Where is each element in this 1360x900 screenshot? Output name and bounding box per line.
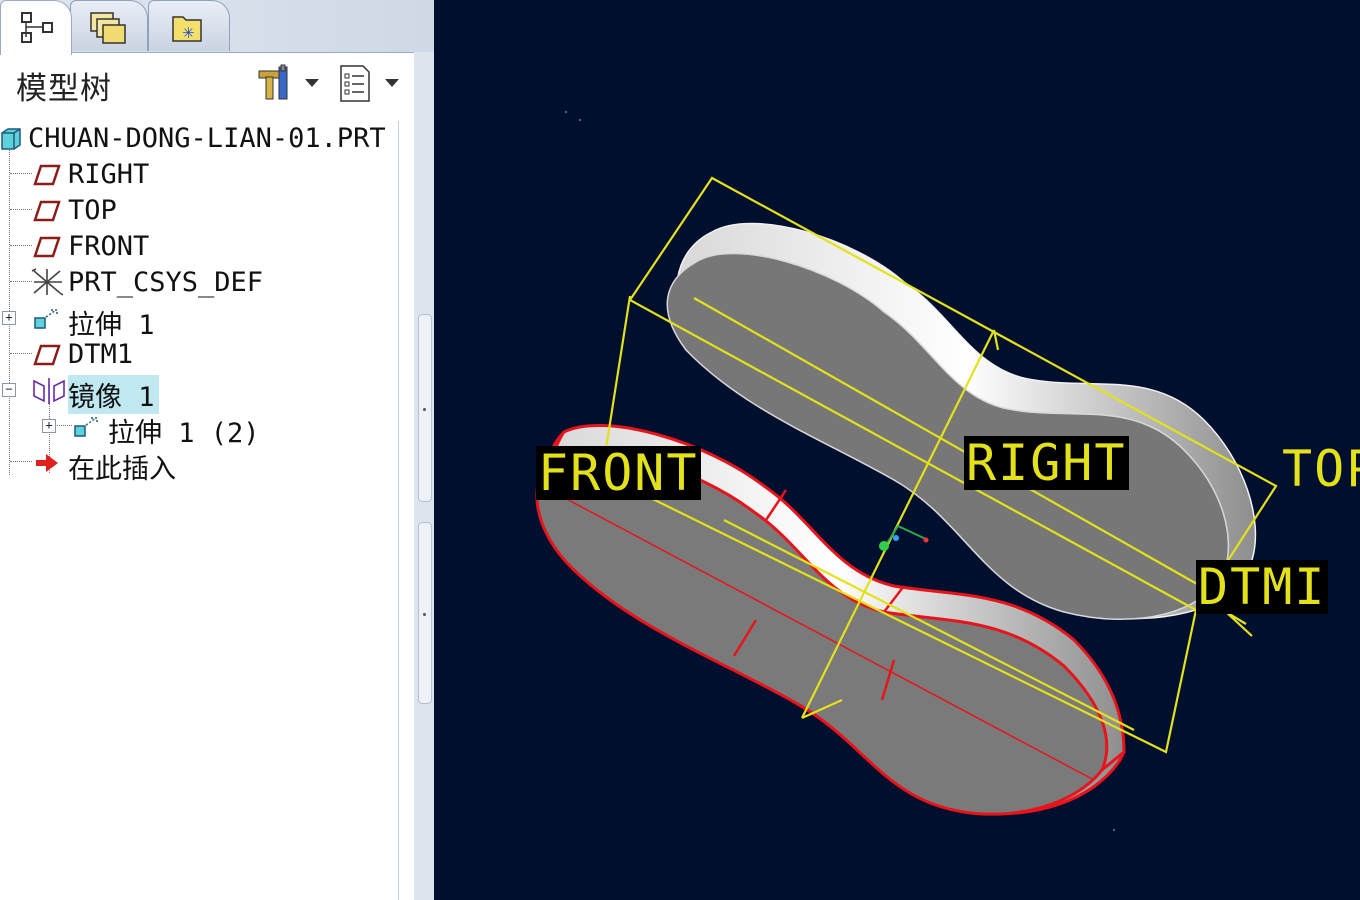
viewport-speck	[565, 111, 567, 113]
datum-label-dtm1[interactable]: DTMI	[1196, 560, 1329, 614]
csys-axis-dot	[893, 535, 899, 541]
splitter-grip[interactable]	[418, 314, 432, 502]
datum-label-top[interactable]: TOP	[1280, 442, 1360, 496]
navigator-panel: ✳ 模型树 CHUAN-DONG-LIAN-01.PRT RIGHT TOP F…	[0, 0, 434, 900]
graphics-viewport[interactable]: FRONT RIGHT TOP DTMI	[434, 0, 1360, 900]
expand-button[interactable]: +	[2, 311, 16, 325]
chevron-down-icon	[385, 79, 399, 87]
list-icon	[340, 65, 370, 102]
tree-item-label: PRT_CSYS_DEF	[68, 267, 264, 298]
viewport-speck	[579, 119, 581, 121]
mirror-icon	[33, 378, 65, 404]
grip-dot	[423, 408, 426, 411]
tree-settings-button[interactable]	[255, 63, 323, 103]
tree-item-front[interactable]: FRONT	[0, 229, 398, 263]
csys-axis	[883, 524, 929, 549]
tools-icon	[258, 64, 288, 100]
tree-item-dtm1[interactable]: DTM1	[0, 337, 398, 371]
favorites-tab[interactable]: ✳	[148, 0, 230, 51]
grip-dot	[423, 613, 426, 616]
tree-item-label: RIGHT	[68, 159, 150, 190]
panel-splitter[interactable]	[414, 52, 434, 900]
favorites-icon: ✳	[172, 16, 202, 42]
tree-item-right[interactable]: RIGHT	[0, 157, 398, 191]
splitter-grip[interactable]	[418, 522, 432, 704]
tree-item-label: CHUAN-DONG-LIAN-01.PRT	[28, 123, 386, 154]
collapse-button[interactable]: −	[2, 383, 16, 397]
model-tree-list: CHUAN-DONG-LIAN-01.PRT RIGHT TOP FRONT P…	[0, 121, 399, 900]
tree-item-extrude-1-copy[interactable]: + 拉伸 1 (2)	[0, 409, 398, 449]
tree-item-mirror-1[interactable]: − 镜像 1	[0, 373, 398, 414]
datum-plane-icon	[33, 236, 61, 258]
tree-item-top[interactable]: TOP	[0, 193, 398, 227]
viewport-speck	[1113, 829, 1115, 831]
model-tree-header: 模型树	[0, 53, 414, 111]
model-tree-title: 模型树	[16, 71, 112, 107]
extrude-icon	[34, 309, 58, 329]
tree-item-extrude-1[interactable]: + 拉伸 1	[0, 301, 398, 341]
tree-item-label: 在此插入	[68, 454, 176, 485]
datum-label-right[interactable]: RIGHT	[964, 436, 1129, 490]
extrude-icon	[74, 417, 98, 437]
csys-origin	[879, 541, 889, 551]
tree-item-label: FRONT	[68, 231, 150, 262]
tree-item-part[interactable]: CHUAN-DONG-LIAN-01.PRT	[0, 121, 398, 155]
csys-icon	[31, 268, 64, 296]
csys-axis-dot	[923, 537, 929, 543]
chevron-down-icon	[305, 79, 319, 87]
model-tree: 模型树 CHUAN-DONG-LIAN-01.PRT RIGHT TOP FRO…	[0, 52, 415, 900]
tree-item-label: TOP	[68, 195, 117, 226]
tree-icon	[21, 12, 53, 43]
tree-item-csys[interactable]: PRT_CSYS_DEF	[0, 265, 398, 299]
expand-button[interactable]: +	[42, 419, 56, 433]
csys-marker[interactable]	[879, 524, 929, 551]
tree-item-insert-here[interactable]: 在此插入	[0, 445, 398, 485]
svg-text:✳: ✳	[182, 24, 195, 42]
folders-icon	[90, 12, 126, 44]
datum-plane-icon	[33, 200, 61, 222]
tree-show-button[interactable]	[335, 63, 403, 103]
datum-label-front[interactable]: FRONT	[536, 446, 701, 500]
model-tree-tab[interactable]	[0, 0, 72, 55]
folder-browser-tab[interactable]	[70, 0, 148, 51]
insert-here-arrow-icon	[36, 454, 58, 472]
part-icon	[1, 128, 21, 150]
tree-item-label: DTM1	[68, 339, 134, 370]
datum-plane-icon	[33, 164, 61, 186]
datum-plane-icon	[33, 344, 61, 366]
